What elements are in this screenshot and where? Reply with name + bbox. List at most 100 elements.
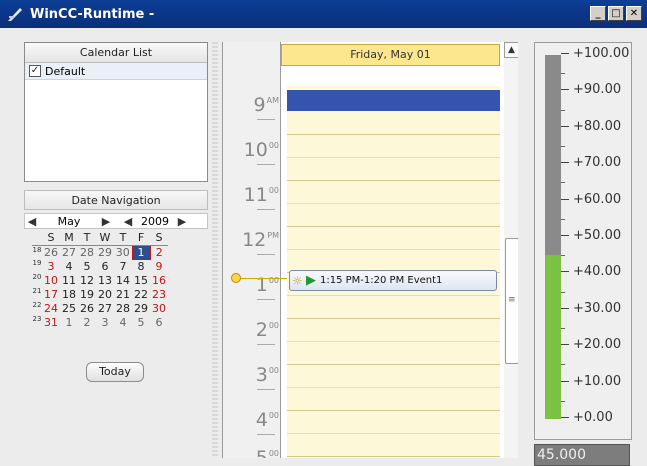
day-cell[interactable]: 28 bbox=[78, 245, 96, 259]
day-cell[interactable]: 3 bbox=[96, 315, 114, 329]
day-cell[interactable]: 22 bbox=[132, 287, 150, 301]
day-cell[interactable]: 27 bbox=[96, 301, 114, 315]
scroll-up-button[interactable]: ▲ bbox=[504, 42, 518, 58]
day-cell[interactable]: 2 bbox=[150, 245, 168, 259]
gauge-tick-text: +90.00 bbox=[573, 82, 622, 98]
month-year-selector: ◀ May ▶ ◀ 2009 ▶ bbox=[24, 213, 208, 229]
gauge-tick-text: +100.00 bbox=[573, 46, 630, 61]
day-cell[interactable]: 30 bbox=[114, 245, 132, 259]
time-label: 300 bbox=[223, 364, 279, 390]
weekday-label: T bbox=[78, 231, 96, 246]
day-cell[interactable]: 2 bbox=[78, 315, 96, 329]
gauge-tick-label: +0.00 bbox=[561, 410, 633, 425]
day-cell[interactable]: 9 bbox=[150, 259, 168, 273]
gauge-minor-tick bbox=[561, 146, 565, 147]
week-number: 18 bbox=[32, 245, 42, 254]
gauge-tick-text: +60.00 bbox=[573, 191, 622, 207]
panel-splitter[interactable] bbox=[212, 42, 218, 458]
day-cell[interactable]: 3 bbox=[42, 259, 60, 273]
gauge-minor-tick bbox=[561, 364, 565, 366]
time-label: 400 bbox=[223, 409, 279, 435]
day-cell[interactable]: 10 bbox=[42, 273, 60, 287]
day-cell[interactable]: 5 bbox=[78, 259, 96, 273]
day-cell[interactable]: 27 bbox=[60, 245, 78, 259]
maximize-button[interactable]: □ bbox=[608, 6, 624, 21]
next-month-icon[interactable]: ▶ bbox=[99, 215, 113, 228]
gauge-major-tick bbox=[561, 125, 569, 127]
month-label: May bbox=[57, 214, 81, 228]
day-cell[interactable]: 6 bbox=[150, 315, 168, 329]
day-cell[interactable]: 4 bbox=[114, 315, 132, 329]
day-cell[interactable]: 4 bbox=[60, 259, 78, 273]
current-time-line bbox=[233, 278, 287, 279]
prev-year-icon[interactable]: ◀ bbox=[121, 215, 135, 228]
time-label: 1100 bbox=[223, 184, 279, 210]
day-cell[interactable]: 18 bbox=[60, 287, 78, 301]
window-title: WinCC-Runtime - bbox=[30, 6, 155, 22]
week-row: 18 26 27 28 29 30 1 2 bbox=[32, 244, 168, 260]
prev-month-icon[interactable]: ◀ bbox=[25, 215, 39, 228]
day-cell[interactable]: 31 bbox=[42, 315, 60, 329]
day-cell[interactable]: 7 bbox=[114, 259, 132, 273]
day-cell[interactable]: 1 bbox=[60, 315, 78, 329]
day-cell[interactable]: 30 bbox=[150, 301, 168, 315]
vertical-scrollbar[interactable]: ▲ ≡ bbox=[504, 42, 518, 458]
gauge-tick-text: +80.00 bbox=[573, 118, 622, 134]
gauge-major-tick bbox=[561, 380, 569, 382]
calendar-item-label: Default bbox=[45, 64, 86, 78]
time-label: 1000 bbox=[223, 139, 279, 165]
day-cell[interactable]: 25 bbox=[60, 301, 78, 315]
day-cell[interactable]: 26 bbox=[42, 245, 60, 259]
scroll-thumb[interactable]: ≡ bbox=[505, 238, 518, 364]
selected-time-slot[interactable] bbox=[287, 90, 500, 111]
week-number: 22 bbox=[32, 301, 42, 309]
minimize-button[interactable]: _ bbox=[590, 6, 606, 21]
day-cell[interactable]: 12 bbox=[78, 273, 96, 287]
day-cell[interactable]: 24 bbox=[42, 301, 60, 315]
calendar-list-header: Calendar List bbox=[25, 43, 207, 63]
day-cell[interactable]: 11 bbox=[60, 273, 78, 287]
day-cell[interactable]: 29 bbox=[132, 301, 150, 315]
weekday-label: M bbox=[60, 231, 78, 246]
day-cell[interactable]: 29 bbox=[96, 245, 114, 259]
gauge-minor-tick bbox=[561, 182, 565, 184]
day-cell[interactable]: 21 bbox=[114, 287, 132, 301]
gauge-tick-text: +0.00 bbox=[573, 410, 613, 425]
weekday-row: S M T W T F S bbox=[32, 231, 168, 246]
gauge-minor-tick bbox=[561, 218, 565, 220]
week-number: 23 bbox=[32, 315, 42, 323]
gauge-minor-tick bbox=[561, 291, 565, 293]
day-cell-selected[interactable]: 1 bbox=[131, 244, 151, 260]
day-cell[interactable]: 23 bbox=[150, 287, 168, 301]
day-cell[interactable]: 13 bbox=[96, 273, 114, 287]
close-button[interactable]: ✕ bbox=[626, 6, 642, 21]
time-label: 12PM bbox=[223, 229, 279, 255]
date-navigation-panel: Date Navigation ◀ May ▶ ◀ 2009 ▶ S M T W… bbox=[24, 190, 208, 390]
day-cell[interactable]: 19 bbox=[78, 287, 96, 301]
day-cell[interactable]: 17 bbox=[42, 287, 60, 301]
gauge-tick-label: +30.00 bbox=[561, 301, 633, 316]
gauge-tick-label: +60.00 bbox=[561, 192, 633, 207]
gauge-tick-label: +80.00 bbox=[561, 119, 633, 134]
gauge-fill bbox=[545, 255, 561, 419]
next-year-icon[interactable]: ▶ bbox=[175, 215, 189, 228]
day-cell[interactable]: 5 bbox=[132, 315, 150, 329]
gauge-major-tick bbox=[561, 344, 569, 346]
year-label: 2009 bbox=[141, 214, 169, 228]
today-button[interactable]: Today bbox=[86, 362, 144, 382]
calendar-event[interactable]: ☼ ▶ 1:15 PM-1:20 PM Event1 bbox=[289, 270, 497, 291]
day-cell[interactable]: 6 bbox=[96, 259, 114, 273]
day-header[interactable]: Friday, May 01 bbox=[281, 44, 500, 66]
day-cell[interactable]: 16 bbox=[150, 273, 168, 287]
wincc-logo-icon bbox=[8, 8, 22, 21]
current-time-marker bbox=[231, 273, 241, 283]
day-cell[interactable]: 28 bbox=[114, 301, 132, 315]
day-cell[interactable]: 15 bbox=[132, 273, 150, 287]
calendar-item-default[interactable]: ✓ Default bbox=[25, 63, 207, 80]
day-cell[interactable]: 20 bbox=[96, 287, 114, 301]
day-cell[interactable]: 14 bbox=[114, 273, 132, 287]
day-cell[interactable]: 26 bbox=[78, 301, 96, 315]
calendar-checkbox[interactable]: ✓ bbox=[29, 65, 41, 77]
gauge-major-tick bbox=[561, 53, 569, 54]
day-cell[interactable]: 8 bbox=[132, 259, 150, 273]
